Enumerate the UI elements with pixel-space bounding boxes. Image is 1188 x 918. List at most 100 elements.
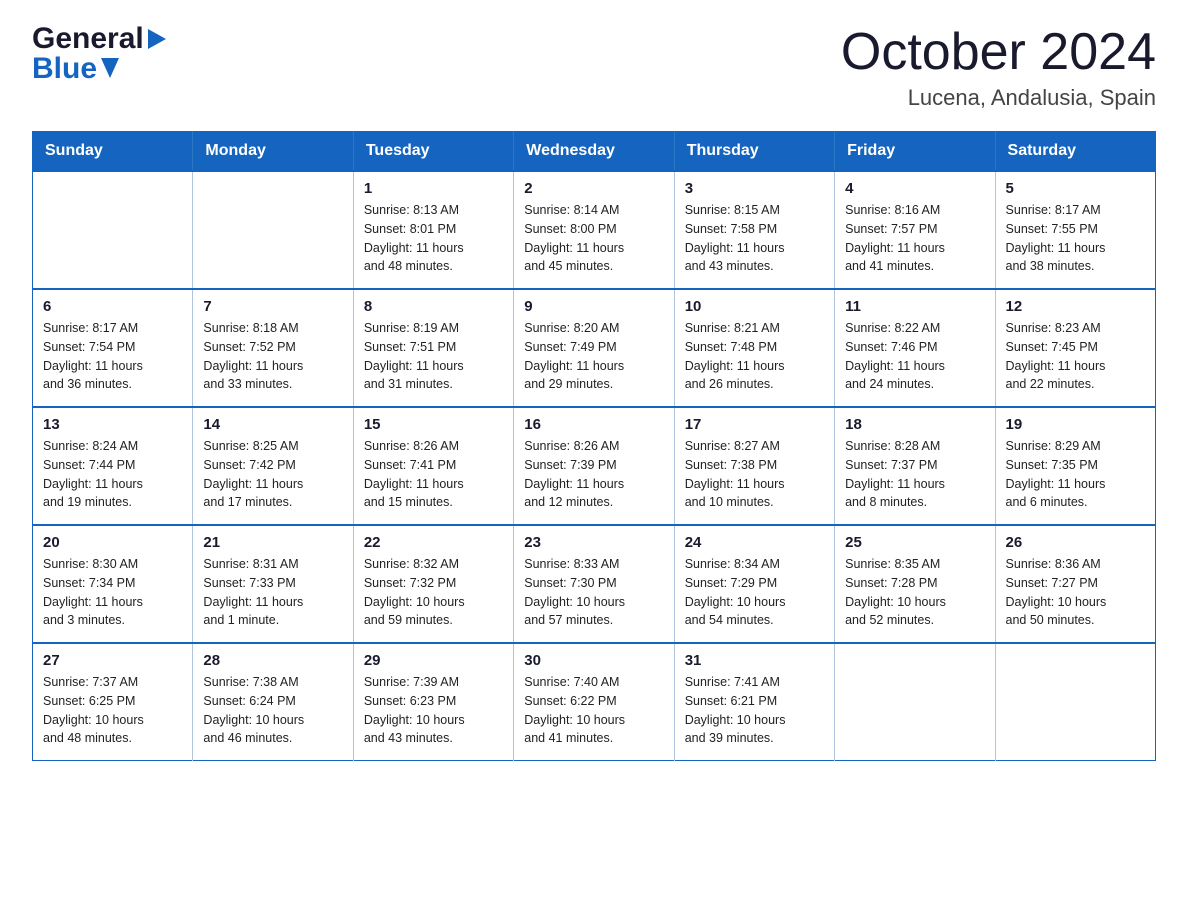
day-number: 20 xyxy=(43,534,182,551)
day-info: Sunrise: 8:22 AM Sunset: 7:46 PM Dayligh… xyxy=(845,319,984,394)
calendar-cell: 8 Sunrise: 8:19 AM Sunset: 7:51 PM Daylig… xyxy=(353,289,513,407)
day-info: Sunrise: 8:27 AM Sunset: 7:38 PM Dayligh… xyxy=(685,437,824,512)
calendar-cell: 28 Sunrise: 7:38 AM Sunset: 6:24 PM Dayli… xyxy=(193,643,353,761)
calendar-cell: 4 Sunrise: 8:16 AM Sunset: 7:57 PM Daylig… xyxy=(835,171,995,289)
day-of-week-header: Tuesday xyxy=(353,132,513,172)
day-info: Sunrise: 8:19 AM Sunset: 7:51 PM Dayligh… xyxy=(364,319,503,394)
day-number: 4 xyxy=(845,180,984,197)
day-number: 25 xyxy=(845,534,984,551)
day-number: 24 xyxy=(685,534,824,551)
calendar-cell xyxy=(835,643,995,761)
day-info: Sunrise: 8:17 AM Sunset: 7:54 PM Dayligh… xyxy=(43,319,182,394)
calendar-week-row: 13Sunrise: 8:24 AM Sunset: 7:44 PM Dayli… xyxy=(33,407,1156,525)
title-area: October 2024 Lucena, Andalusia, Spain xyxy=(841,24,1156,111)
day-info: Sunrise: 8:25 AM Sunset: 7:42 PM Dayligh… xyxy=(203,437,342,512)
calendar-cell xyxy=(193,171,353,289)
day-info: Sunrise: 8:33 AM Sunset: 7:30 PM Dayligh… xyxy=(524,555,663,630)
day-info: Sunrise: 8:31 AM Sunset: 7:33 PM Dayligh… xyxy=(203,555,342,630)
day-number: 11 xyxy=(845,298,984,315)
day-number: 6 xyxy=(43,298,182,315)
day-info: Sunrise: 8:16 AM Sunset: 7:57 PM Dayligh… xyxy=(845,201,984,276)
calendar-cell: 20 Sunrise: 8:30 AM Sunset: 7:34 PM Dayli… xyxy=(33,525,193,643)
day-number: 19 xyxy=(1006,416,1145,433)
day-info: Sunrise: 8:18 AM Sunset: 7:52 PM Dayligh… xyxy=(203,319,342,394)
logo-arrow-down-icon xyxy=(101,58,119,82)
day-info: Sunrise: 8:28 AM Sunset: 7:37 PM Dayligh… xyxy=(845,437,984,512)
days-of-week-row: SundayMondayTuesdayWednesdayThursdayFrid… xyxy=(33,132,1156,172)
day-number: 9 xyxy=(524,298,663,315)
logo-general-text: General xyxy=(32,24,144,54)
day-number: 31 xyxy=(685,652,824,669)
day-number: 14 xyxy=(203,416,342,433)
day-info: Sunrise: 7:38 AM Sunset: 6:24 PM Dayligh… xyxy=(203,673,342,748)
calendar-cell: 30 Sunrise: 7:40 AM Sunset: 6:22 PM Dayli… xyxy=(514,643,674,761)
calendar-cell: 3Sunrise: 8:15 AM Sunset: 7:58 PM Daylig… xyxy=(674,171,834,289)
calendar-cell: 11 Sunrise: 8:22 AM Sunset: 7:46 PM Dayli… xyxy=(835,289,995,407)
day-info: Sunrise: 8:21 AM Sunset: 7:48 PM Dayligh… xyxy=(685,319,824,394)
day-number: 18 xyxy=(845,416,984,433)
calendar-cell: 23Sunrise: 8:33 AM Sunset: 7:30 PM Dayli… xyxy=(514,525,674,643)
logo-blue-text: Blue xyxy=(32,54,97,84)
calendar-cell: 27 Sunrise: 7:37 AM Sunset: 6:25 PM Dayli… xyxy=(33,643,193,761)
day-info: Sunrise: 8:26 AM Sunset: 7:39 PM Dayligh… xyxy=(524,437,663,512)
day-number: 22 xyxy=(364,534,503,551)
logo-arrow-icon xyxy=(148,29,166,53)
day-number: 28 xyxy=(203,652,342,669)
day-info: Sunrise: 8:32 AM Sunset: 7:32 PM Dayligh… xyxy=(364,555,503,630)
page-header: General Blue Oc xyxy=(32,24,1156,111)
calendar-header: SundayMondayTuesdayWednesdayThursdayFrid… xyxy=(33,132,1156,172)
day-info: Sunrise: 8:29 AM Sunset: 7:35 PM Dayligh… xyxy=(1006,437,1145,512)
calendar-cell xyxy=(995,643,1155,761)
day-info: Sunrise: 8:24 AM Sunset: 7:44 PM Dayligh… xyxy=(43,437,182,512)
month-title: October 2024 xyxy=(841,24,1156,81)
day-info: Sunrise: 7:40 AM Sunset: 6:22 PM Dayligh… xyxy=(524,673,663,748)
day-number: 1 xyxy=(364,180,503,197)
day-info: Sunrise: 8:36 AM Sunset: 7:27 PM Dayligh… xyxy=(1006,555,1145,630)
day-info: Sunrise: 8:30 AM Sunset: 7:34 PM Dayligh… xyxy=(43,555,182,630)
day-info: Sunrise: 7:37 AM Sunset: 6:25 PM Dayligh… xyxy=(43,673,182,748)
day-number: 21 xyxy=(203,534,342,551)
day-number: 17 xyxy=(685,416,824,433)
location-subtitle: Lucena, Andalusia, Spain xyxy=(841,85,1156,111)
calendar-week-row: 6 Sunrise: 8:17 AM Sunset: 7:54 PM Daylig… xyxy=(33,289,1156,407)
calendar-week-row: 1 Sunrise: 8:13 AM Sunset: 8:01 PM Daylig… xyxy=(33,171,1156,289)
calendar-cell: 12 Sunrise: 8:23 AM Sunset: 7:45 PM Dayli… xyxy=(995,289,1155,407)
calendar-cell: 16 Sunrise: 8:26 AM Sunset: 7:39 PM Dayli… xyxy=(514,407,674,525)
day-number: 3 xyxy=(685,180,824,197)
calendar-cell: 31 Sunrise: 7:41 AM Sunset: 6:21 PM Dayli… xyxy=(674,643,834,761)
day-info: Sunrise: 8:23 AM Sunset: 7:45 PM Dayligh… xyxy=(1006,319,1145,394)
calendar-cell: 17 Sunrise: 8:27 AM Sunset: 7:38 PM Dayli… xyxy=(674,407,834,525)
day-number: 2 xyxy=(524,180,663,197)
day-of-week-header: Thursday xyxy=(674,132,834,172)
day-info: Sunrise: 8:20 AM Sunset: 7:49 PM Dayligh… xyxy=(524,319,663,394)
calendar-cell: 25Sunrise: 8:35 AM Sunset: 7:28 PM Dayli… xyxy=(835,525,995,643)
day-number: 12 xyxy=(1006,298,1145,315)
calendar-cell: 2Sunrise: 8:14 AM Sunset: 8:00 PM Daylig… xyxy=(514,171,674,289)
day-info: Sunrise: 8:34 AM Sunset: 7:29 PM Dayligh… xyxy=(685,555,824,630)
calendar-cell: 14 Sunrise: 8:25 AM Sunset: 7:42 PM Dayli… xyxy=(193,407,353,525)
calendar-body: 1 Sunrise: 8:13 AM Sunset: 8:01 PM Daylig… xyxy=(33,171,1156,761)
day-number: 5 xyxy=(1006,180,1145,197)
day-number: 26 xyxy=(1006,534,1145,551)
calendar-cell: 26 Sunrise: 8:36 AM Sunset: 7:27 PM Dayli… xyxy=(995,525,1155,643)
day-number: 27 xyxy=(43,652,182,669)
calendar-cell: 19 Sunrise: 8:29 AM Sunset: 7:35 PM Dayli… xyxy=(995,407,1155,525)
day-number: 15 xyxy=(364,416,503,433)
day-info: Sunrise: 8:13 AM Sunset: 8:01 PM Dayligh… xyxy=(364,201,503,276)
calendar-cell: 15 Sunrise: 8:26 AM Sunset: 7:41 PM Dayli… xyxy=(353,407,513,525)
day-info: Sunrise: 7:41 AM Sunset: 6:21 PM Dayligh… xyxy=(685,673,824,748)
day-of-week-header: Friday xyxy=(835,132,995,172)
calendar-cell: 29Sunrise: 7:39 AM Sunset: 6:23 PM Dayli… xyxy=(353,643,513,761)
day-number: 30 xyxy=(524,652,663,669)
day-info: Sunrise: 7:39 AM Sunset: 6:23 PM Dayligh… xyxy=(364,673,503,748)
calendar-cell: 9 Sunrise: 8:20 AM Sunset: 7:49 PM Daylig… xyxy=(514,289,674,407)
day-number: 8 xyxy=(364,298,503,315)
day-of-week-header: Saturday xyxy=(995,132,1155,172)
day-info: Sunrise: 8:17 AM Sunset: 7:55 PM Dayligh… xyxy=(1006,201,1145,276)
day-number: 16 xyxy=(524,416,663,433)
day-info: Sunrise: 8:26 AM Sunset: 7:41 PM Dayligh… xyxy=(364,437,503,512)
calendar-cell: 22 Sunrise: 8:32 AM Sunset: 7:32 PM Dayli… xyxy=(353,525,513,643)
day-number: 7 xyxy=(203,298,342,315)
calendar-cell: 13Sunrise: 8:24 AM Sunset: 7:44 PM Dayli… xyxy=(33,407,193,525)
calendar-cell xyxy=(33,171,193,289)
